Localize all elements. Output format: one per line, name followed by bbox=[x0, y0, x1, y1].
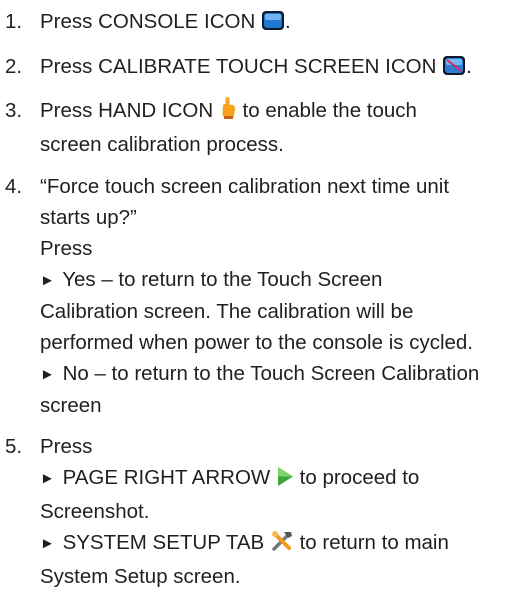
step-4: 4. “Force touch screen calibration next … bbox=[5, 171, 517, 421]
prompt-text-line2: starts up?” bbox=[40, 205, 137, 229]
bullet-arrow-icon: ► bbox=[40, 470, 55, 487]
option-page-right-line2: Screenshot. bbox=[40, 500, 150, 523]
step-text: Press CONSOLE ICON . bbox=[40, 6, 517, 40]
system-setup-tab-icon bbox=[270, 530, 294, 561]
step-text-line2: screen calibration process. bbox=[40, 133, 284, 156]
press-label: Press bbox=[40, 435, 93, 458]
option-system-setup-line1: ► SYSTEM SETUP TAB to return to main bbox=[40, 527, 517, 561]
step-number: 3. bbox=[5, 99, 23, 122]
option-yes-line2: Calibration screen. The calibration will… bbox=[40, 299, 414, 323]
press-label: Press bbox=[40, 236, 93, 260]
step-5: 5. Press ► PAGE RIGHT ARROW to proceed t… bbox=[5, 431, 517, 592]
step-text: Press HAND ICON to enable the touch bbox=[40, 95, 517, 129]
step-2: 2. Press CALIBRATE TOUCH SCREEN ICON . bbox=[5, 51, 517, 85]
step-number: 4. bbox=[5, 174, 23, 198]
step-text: Press CALIBRATE TOUCH SCREEN ICON . bbox=[40, 51, 517, 85]
option-no-line1: ► No – to return to the Touch Screen Cal… bbox=[40, 361, 480, 385]
option-system-setup-line2: System Setup screen. bbox=[40, 565, 241, 588]
option-page-right-line1: ► PAGE RIGHT ARROW to proceed to bbox=[40, 462, 517, 496]
step-number: 1. bbox=[5, 10, 23, 33]
step-number: 5. bbox=[5, 435, 23, 458]
option-no-line2: screen bbox=[40, 393, 102, 417]
bullet-arrow-icon: ► bbox=[40, 271, 55, 289]
option-yes-line1: ► Yes – to return to the Touch Screen bbox=[40, 267, 383, 291]
bullet-arrow-icon: ► bbox=[40, 365, 55, 383]
step-number: 2. bbox=[5, 54, 23, 78]
prompt-text-line1: “Force touch screen calibration next tim… bbox=[40, 174, 450, 198]
hand-icon bbox=[219, 96, 237, 129]
option-yes-line3: performed when power to the console is c… bbox=[40, 330, 474, 354]
instruction-list: 1. Press CONSOLE ICON . 2. Press CALIBRA… bbox=[0, 0, 521, 592]
page-right-arrow-icon bbox=[276, 465, 294, 496]
console-icon bbox=[261, 9, 285, 40]
bullet-arrow-icon: ► bbox=[40, 535, 55, 552]
step-1: 1. Press CONSOLE ICON . bbox=[5, 6, 517, 40]
step-3: 3. Press HAND ICON to enable the touch s… bbox=[5, 95, 517, 160]
calibrate-touch-screen-icon bbox=[442, 54, 466, 85]
